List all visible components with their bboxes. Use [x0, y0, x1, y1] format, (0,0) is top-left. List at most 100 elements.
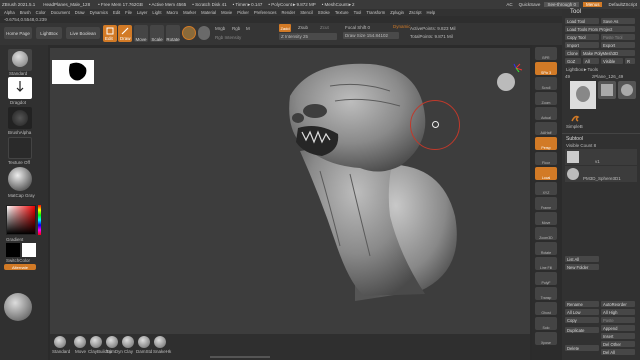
- gradient-label[interactable]: Gradient: [6, 237, 23, 242]
- new-folder-button[interactable]: New Folder: [565, 264, 599, 270]
- xpose-button[interactable]: Xpose: [535, 332, 557, 345]
- all-low-button[interactable]: All Low: [565, 309, 599, 315]
- zadd-toggle[interactable]: Zadd: [279, 24, 291, 32]
- menu-movie[interactable]: Movie: [221, 10, 232, 15]
- spix-button[interactable]: SPix 3: [535, 62, 557, 75]
- autoreorder-button[interactable]: AutoReorder: [601, 301, 635, 307]
- zsub-toggle[interactable]: Zsub: [298, 25, 308, 30]
- scale-button[interactable]: Scale: [150, 25, 164, 42]
- persp-button[interactable]: Persp: [535, 137, 557, 150]
- polyf-button[interactable]: PolyF: [535, 272, 557, 285]
- delete-button[interactable]: Delete: [565, 345, 599, 351]
- brush-standard-icon[interactable]: [54, 336, 66, 348]
- menu-tool[interactable]: Tool: [354, 10, 362, 15]
- m-toggle[interactable]: M: [246, 26, 250, 31]
- line-fill-button[interactable]: Line Fill: [535, 257, 557, 270]
- rotate-button[interactable]: Rotate: [166, 25, 180, 42]
- home-page-button[interactable]: Home Page: [4, 27, 32, 39]
- aahalf-button[interactable]: AAHalf: [535, 122, 557, 135]
- brush-snakehk-icon[interactable]: [154, 336, 166, 348]
- move-button[interactable]: Move: [134, 25, 148, 42]
- alpha-thumbnail[interactable]: [8, 107, 32, 129]
- menu-color[interactable]: Color: [36, 10, 46, 15]
- brush-preview-sphere[interactable]: [4, 293, 32, 321]
- append-button[interactable]: Append: [601, 325, 635, 331]
- load-tools-from-project-button[interactable]: Load Tools From Project: [565, 26, 635, 32]
- menu-layer[interactable]: Layer: [137, 10, 147, 15]
- r-button[interactable]: R: [625, 58, 635, 64]
- menu-dynamics[interactable]: Dynamics: [90, 10, 108, 15]
- texture-thumbnail[interactable]: [8, 137, 32, 159]
- menu-document[interactable]: Document: [51, 10, 70, 15]
- menu-help[interactable]: Help: [427, 10, 436, 15]
- scroll-button[interactable]: Scroll: [535, 77, 557, 90]
- switch-color-button[interactable]: SwitchColor: [6, 258, 30, 263]
- menu-stencil[interactable]: Stencil: [300, 10, 313, 15]
- menu-light[interactable]: Light: [152, 10, 161, 15]
- timeline-scrollbar[interactable]: [210, 356, 270, 358]
- draw-size-slider[interactable]: Draw Size 154.84102: [343, 32, 399, 39]
- duplicate-button[interactable]: Duplicate: [565, 327, 599, 333]
- secondary-color-swatch[interactable]: [22, 243, 36, 257]
- all-high-button[interactable]: All High: [601, 309, 635, 315]
- make-polymesh3d-button[interactable]: Make PolyMesh3D: [581, 50, 635, 56]
- xyz-button[interactable]: XYZ: [535, 182, 557, 195]
- save-as-button[interactable]: Save As: [601, 18, 635, 24]
- stroke-thumbnail[interactable]: [8, 77, 32, 99]
- goz-button[interactable]: GoZ: [565, 58, 581, 64]
- navigation-thumbnail[interactable]: [52, 60, 94, 84]
- menu-edit[interactable]: Edit: [113, 10, 120, 15]
- draw-button[interactable]: Draw: [118, 25, 132, 42]
- dynamic-toggle[interactable]: Dynamic: [393, 24, 411, 29]
- lightbox-tools-button[interactable]: Lightbox►Tools: [566, 67, 598, 72]
- simplebrush-icon[interactable]: [570, 113, 580, 123]
- tool-thumbnail-sphere[interactable]: [618, 81, 636, 99]
- rename-button[interactable]: Rename: [565, 301, 599, 307]
- menu-material[interactable]: Material: [201, 10, 216, 15]
- subtool-item-2[interactable]: PM3D_Sphere3D1: [565, 166, 637, 182]
- ac-label[interactable]: AC: [504, 2, 512, 7]
- rgb-intensity-slider[interactable]: Rgb Intensity: [215, 35, 241, 40]
- material-sphere-icon[interactable]: [182, 26, 196, 40]
- menu-zplugin[interactable]: Zplugin: [390, 10, 404, 15]
- rgb-toggle[interactable]: Rgb: [232, 26, 240, 31]
- zcut-toggle[interactable]: Zcut: [320, 25, 329, 30]
- menu-alpha[interactable]: Alpha: [4, 10, 15, 15]
- load-tool-button[interactable]: Load Tool: [565, 18, 599, 24]
- local-button[interactable]: Local: [535, 167, 557, 180]
- paste-tool-button[interactable]: Paste Tool: [601, 34, 635, 40]
- brush-thumbnail[interactable]: [8, 49, 32, 71]
- document-canvas[interactable]: [50, 48, 530, 334]
- export-button[interactable]: Export: [601, 42, 635, 48]
- actual-button[interactable]: Actual: [535, 107, 557, 120]
- menu-draw[interactable]: Draw: [75, 10, 85, 15]
- mrgb-toggle[interactable]: Mrgb: [215, 26, 225, 31]
- z-intensity-slider[interactable]: Z Intensity 25: [279, 33, 337, 40]
- quicksave-button[interactable]: QuickSave: [517, 2, 541, 7]
- tool-thumbnail-cube[interactable]: [598, 81, 616, 99]
- visible-count-slider[interactable]: Visible Count 8: [566, 143, 596, 148]
- menu-zscript[interactable]: Zscript: [409, 10, 422, 15]
- subtool-header[interactable]: Subtool: [566, 136, 583, 142]
- menu-macro[interactable]: Macro: [167, 10, 179, 15]
- import-button[interactable]: Import: [565, 42, 599, 48]
- color-swatch-icon[interactable]: [198, 26, 210, 40]
- solo-button[interactable]: Solo: [535, 317, 557, 330]
- floor-button[interactable]: Floor: [535, 152, 557, 165]
- primary-color-swatch[interactable]: [6, 243, 20, 257]
- zoom-button[interactable]: Zoom: [535, 92, 557, 105]
- subtool-item-1[interactable]: v1: [565, 149, 637, 165]
- brush-move-icon[interactable]: [74, 336, 86, 348]
- edit-button[interactable]: Edit: [103, 25, 117, 42]
- hue-slider[interactable]: [38, 205, 41, 235]
- copy-tool-button[interactable]: Copy Tool: [565, 34, 599, 40]
- live-boolean-button[interactable]: Live Boolean: [66, 27, 100, 39]
- see-through-slider[interactable]: See-through 0: [544, 2, 579, 7]
- rotate-view-button[interactable]: Rotate: [535, 242, 557, 255]
- brush-trimdyn-icon[interactable]: [106, 336, 118, 348]
- menu-brush[interactable]: Brush: [20, 10, 31, 15]
- tool-thumbnail-head[interactable]: [570, 81, 596, 109]
- del-all-button[interactable]: Del All: [601, 349, 635, 355]
- menu-picker[interactable]: Picker: [237, 10, 249, 15]
- visible-button[interactable]: Visible: [601, 58, 623, 64]
